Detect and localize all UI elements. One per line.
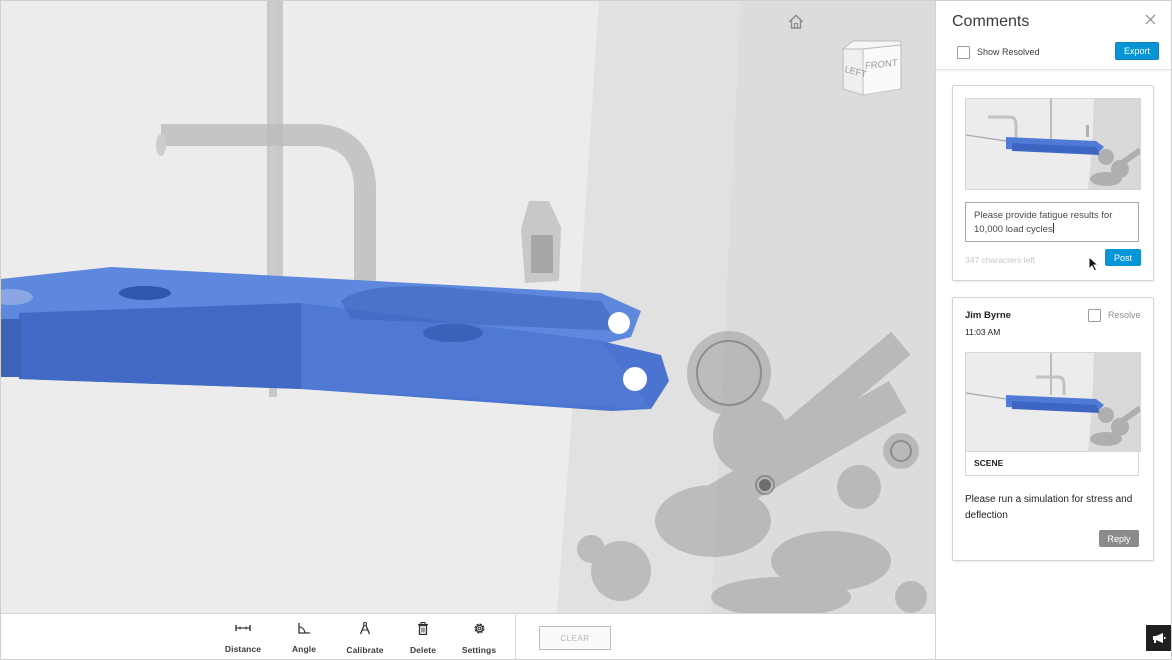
comment-input-text: Please provide fatigue results for 10,00… <box>974 210 1113 235</box>
distance-icon <box>235 625 251 631</box>
viewcube[interactable]: LEFT FRONT <box>837 37 907 103</box>
distance-tool-button[interactable]: Distance <box>213 622 273 657</box>
character-counter: 347 characters left <box>965 255 1035 265</box>
reply-button[interactable]: Reply <box>1099 530 1139 547</box>
show-resolved-checkbox[interactable] <box>957 46 970 59</box>
comments-panel: Comments Show Resolved Export Please pro… <box>935 1 1171 659</box>
app-window: LEFT FRONT Distance Angle Calibrate Dele… <box>0 0 1172 660</box>
new-comment-card: Please provide fatigue results for 10,00… <box>952 85 1154 281</box>
gear-icon <box>474 623 484 634</box>
text-caret <box>1052 223 1054 233</box>
comments-header: Comments Show Resolved Export <box>936 1 1171 70</box>
trash-icon <box>418 622 428 635</box>
comment-text-input[interactable]: Please provide fatigue results for 10,00… <box>965 202 1139 242</box>
settings-label: Settings <box>461 645 497 655</box>
angle-tool-button[interactable]: Angle <box>274 622 334 657</box>
scene-label: SCENE <box>965 450 1139 476</box>
mouse-pointer-icon <box>1088 256 1100 272</box>
comment-time: 11:03 AM <box>965 327 1001 337</box>
model-scene[interactable] <box>1 1 935 613</box>
calibrate-icon <box>359 622 371 635</box>
comment-author: Jim Byrne <box>965 310 1011 321</box>
angle-label: Angle <box>291 644 317 654</box>
bracket-part <box>1 267 669 411</box>
model-viewport[interactable]: LEFT FRONT <box>1 1 935 613</box>
show-resolved-label: Show Resolved <box>977 47 1040 57</box>
comment-card: Jim Byrne 11:03 AM Resolve SCENE Please … <box>952 297 1154 561</box>
distance-label: Distance <box>224 644 262 654</box>
clear-button[interactable]: CLEAR <box>539 626 611 650</box>
snapshot-thumbnail[interactable] <box>965 98 1141 190</box>
post-button[interactable]: Post <box>1105 249 1141 266</box>
delete-tool-button[interactable]: Delete <box>393 622 453 658</box>
resolve-checkbox[interactable] <box>1088 309 1101 322</box>
comment-body: Please run a simulation for stress and d… <box>965 494 1133 521</box>
export-button[interactable]: Export <box>1115 42 1159 60</box>
angle-icon <box>298 623 310 634</box>
settings-tool-button[interactable]: Settings <box>449 622 509 658</box>
toolbar-divider <box>515 614 516 659</box>
feedback-button[interactable] <box>1146 625 1171 651</box>
calibrate-label: Calibrate <box>346 645 384 655</box>
measure-toolbar: Distance Angle Calibrate Delete Settings… <box>1 613 935 659</box>
comment-snapshot-thumbnail[interactable] <box>965 352 1141 452</box>
home-icon[interactable] <box>785 11 807 33</box>
panel-title: Comments <box>952 13 1030 30</box>
resolve-label: Resolve <box>1108 310 1141 320</box>
delete-label: Delete <box>409 645 437 655</box>
calibrate-tool-button[interactable]: Calibrate <box>335 622 395 658</box>
close-icon[interactable] <box>1144 13 1158 27</box>
megaphone-icon <box>1153 633 1166 643</box>
